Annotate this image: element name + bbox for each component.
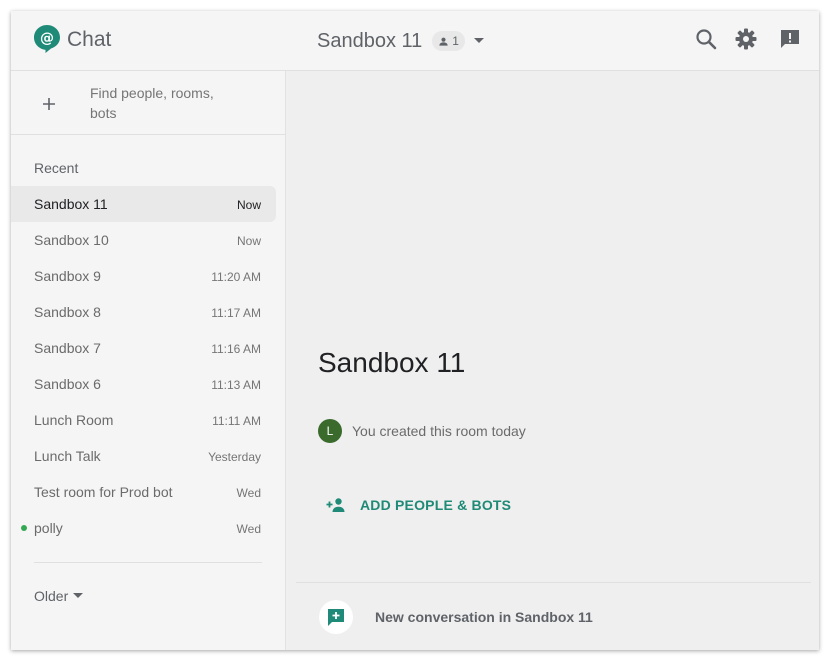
room-item-sandbox-8[interactable]: Sandbox 8 11:17 AM bbox=[11, 294, 276, 330]
room-time: Wed bbox=[236, 486, 261, 500]
caret-down-icon bbox=[473, 38, 484, 43]
compose-divider bbox=[296, 582, 811, 583]
room-name: Sandbox 7 bbox=[34, 340, 101, 356]
room-time: 11:13 AM bbox=[211, 378, 261, 392]
room-name: polly bbox=[34, 520, 63, 536]
sidebar-divider bbox=[34, 562, 262, 563]
room-item-lunch-room[interactable]: Lunch Room 11:11 AM bbox=[11, 402, 276, 438]
room-item-sandbox-10[interactable]: Sandbox 10 Now bbox=[11, 222, 276, 258]
room-time: 11:17 AM bbox=[211, 306, 261, 320]
caret-down-icon bbox=[73, 593, 84, 598]
room-time: Now bbox=[236, 198, 261, 212]
search-icon[interactable] bbox=[694, 27, 718, 51]
person-icon bbox=[439, 37, 448, 46]
chat-window: @ Chat Sandbox 11 1 Find people, rooms, … bbox=[11, 11, 819, 650]
new-conversation-label: New conversation in Sandbox 11 bbox=[375, 609, 593, 625]
room-name: Lunch Room bbox=[34, 412, 114, 428]
room-time: 11:11 AM bbox=[212, 414, 261, 428]
app-name: Chat bbox=[67, 28, 112, 51]
gear-icon[interactable] bbox=[734, 27, 758, 51]
add-person-icon bbox=[326, 498, 345, 512]
room-name: Sandbox 6 bbox=[34, 376, 101, 392]
room-heading: Sandbox 11 bbox=[318, 347, 466, 378]
room-menu-button[interactable] bbox=[473, 37, 485, 45]
header-room-title[interactable]: Sandbox 11 bbox=[317, 30, 422, 53]
sidebar: Find people, rooms, bots Recent Sandbox … bbox=[11, 71, 286, 650]
room-time: 11:20 AM bbox=[211, 270, 261, 284]
new-thread-icon-wrap bbox=[319, 600, 353, 634]
room-item-sandbox-6[interactable]: Sandbox 6 11:13 AM bbox=[11, 366, 276, 402]
room-time: Now bbox=[236, 234, 261, 248]
member-count-badge[interactable]: 1 bbox=[432, 31, 465, 51]
room-item-sandbox-9[interactable]: Sandbox 9 11:20 AM bbox=[11, 258, 276, 294]
room-name: Sandbox 8 bbox=[34, 304, 101, 320]
created-text: You created this room today bbox=[352, 423, 526, 439]
room-item-test-room-for-prod-bot[interactable]: Test room for Prod bot Wed bbox=[11, 474, 276, 510]
older-toggle[interactable]: Older bbox=[34, 588, 84, 604]
svg-text:@: @ bbox=[40, 31, 54, 47]
online-status-dot bbox=[21, 525, 27, 531]
room-name: Test room for Prod bot bbox=[34, 484, 173, 500]
new-conversation-button[interactable]: New conversation in Sandbox 11 bbox=[319, 600, 593, 634]
avatar: L bbox=[318, 419, 342, 443]
conversation-panel: Sandbox 11 L You created this room today… bbox=[286, 71, 819, 650]
older-label: Older bbox=[34, 588, 69, 604]
feedback-icon[interactable] bbox=[778, 27, 802, 51]
room-time: 11:16 AM bbox=[211, 342, 261, 356]
room-item-sandbox-7[interactable]: Sandbox 7 11:16 AM bbox=[11, 330, 276, 366]
new-thread-icon bbox=[328, 609, 344, 626]
room-item-lunch-talk[interactable]: Lunch Talk Yesterday bbox=[11, 438, 276, 474]
room-list: Sandbox 11 Now Sandbox 10 Now Sandbox 9 … bbox=[11, 186, 285, 546]
find-people-label: Find people, rooms, bots bbox=[90, 85, 214, 121]
app-header: @ Chat Sandbox 11 1 bbox=[11, 11, 819, 71]
room-title-bar[interactable]: Sandbox 11 1 bbox=[317, 28, 485, 54]
room-item-polly[interactable]: polly Wed bbox=[11, 510, 276, 546]
member-count: 1 bbox=[452, 34, 459, 48]
recent-heading: Recent bbox=[34, 160, 79, 176]
chat-logo-icon[interactable]: @ bbox=[33, 24, 61, 54]
room-name: Sandbox 11 bbox=[34, 196, 108, 212]
add-people-label: ADD PEOPLE & BOTS bbox=[360, 497, 512, 513]
room-time: Wed bbox=[236, 522, 261, 536]
room-time: Yesterday bbox=[208, 450, 261, 464]
room-name: Sandbox 10 bbox=[34, 232, 109, 248]
add-people-bots-button[interactable]: ADD PEOPLE & BOTS bbox=[326, 497, 511, 513]
room-name: Sandbox 9 bbox=[34, 268, 101, 284]
plus-icon bbox=[43, 98, 55, 110]
room-item-sandbox-11[interactable]: Sandbox 11 Now bbox=[11, 186, 276, 222]
room-name: Lunch Talk bbox=[34, 448, 101, 464]
room-created-message: L You created this room today bbox=[318, 419, 526, 443]
find-people-button[interactable]: Find people, rooms, bots bbox=[11, 71, 285, 135]
